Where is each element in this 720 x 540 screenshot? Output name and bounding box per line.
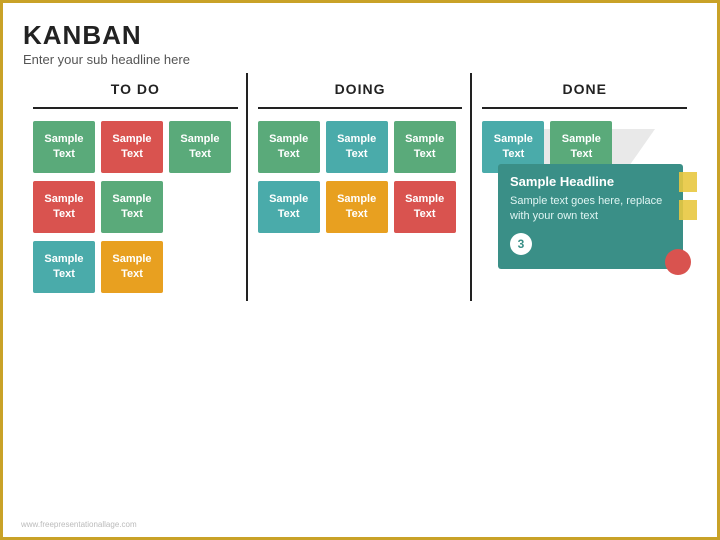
card: Sample Text bbox=[326, 181, 388, 233]
sticky-note-2 bbox=[679, 200, 697, 220]
card: Sample Text bbox=[258, 181, 320, 233]
info-box-dot bbox=[665, 249, 691, 275]
page-title: KANBAN bbox=[23, 21, 697, 50]
card: Sample Text bbox=[33, 121, 95, 173]
card: Sample Text bbox=[101, 241, 163, 293]
col-header-doing: DOING bbox=[258, 81, 463, 97]
card-row: Sample Text Sample Text bbox=[33, 181, 238, 233]
card: Sample Text bbox=[169, 121, 231, 173]
card: Sample Text bbox=[394, 181, 456, 233]
column-doing: DOING Sample Text Sample Text Sample Tex… bbox=[248, 81, 473, 301]
card: Sample Text bbox=[101, 181, 163, 233]
card: Sample Text bbox=[33, 181, 95, 233]
card-row: Sample Text Sample Text Sample Text bbox=[258, 121, 463, 173]
app: KANBAN Enter your sub headline here TO D… bbox=[3, 3, 717, 537]
card: Sample Text bbox=[326, 121, 388, 173]
sticky-note-1 bbox=[679, 172, 697, 192]
watermark: www.freepresentationallage.com bbox=[21, 520, 137, 529]
info-box: Sample Headline Sample text goes here, r… bbox=[498, 164, 683, 269]
col-header-todo: TO DO bbox=[33, 81, 238, 97]
card: Sample Text bbox=[101, 121, 163, 173]
card-row: Sample Text Sample Text Sample Text bbox=[33, 121, 238, 173]
sub-headline: Enter your sub headline here bbox=[23, 52, 697, 67]
column-todo: TO DO Sample Text Sample Text Sample Tex… bbox=[23, 81, 248, 301]
info-box-headline: Sample Headline bbox=[510, 174, 671, 189]
column-done: DONE Sample Text Sample Text Sample Head… bbox=[472, 81, 697, 301]
card: Sample Text bbox=[258, 121, 320, 173]
kanban-board: TO DO Sample Text Sample Text Sample Tex… bbox=[23, 81, 697, 301]
col-header-done: DONE bbox=[482, 81, 687, 97]
info-box-body: Sample text goes here, replace with your… bbox=[510, 194, 671, 225]
info-box-badge: 3 bbox=[510, 233, 532, 255]
card: Sample Text bbox=[33, 241, 95, 293]
card: Sample Text bbox=[394, 121, 456, 173]
card-row: Sample Text Sample Text bbox=[33, 241, 238, 293]
card-row: Sample Text Sample Text Sample Text bbox=[258, 181, 463, 233]
